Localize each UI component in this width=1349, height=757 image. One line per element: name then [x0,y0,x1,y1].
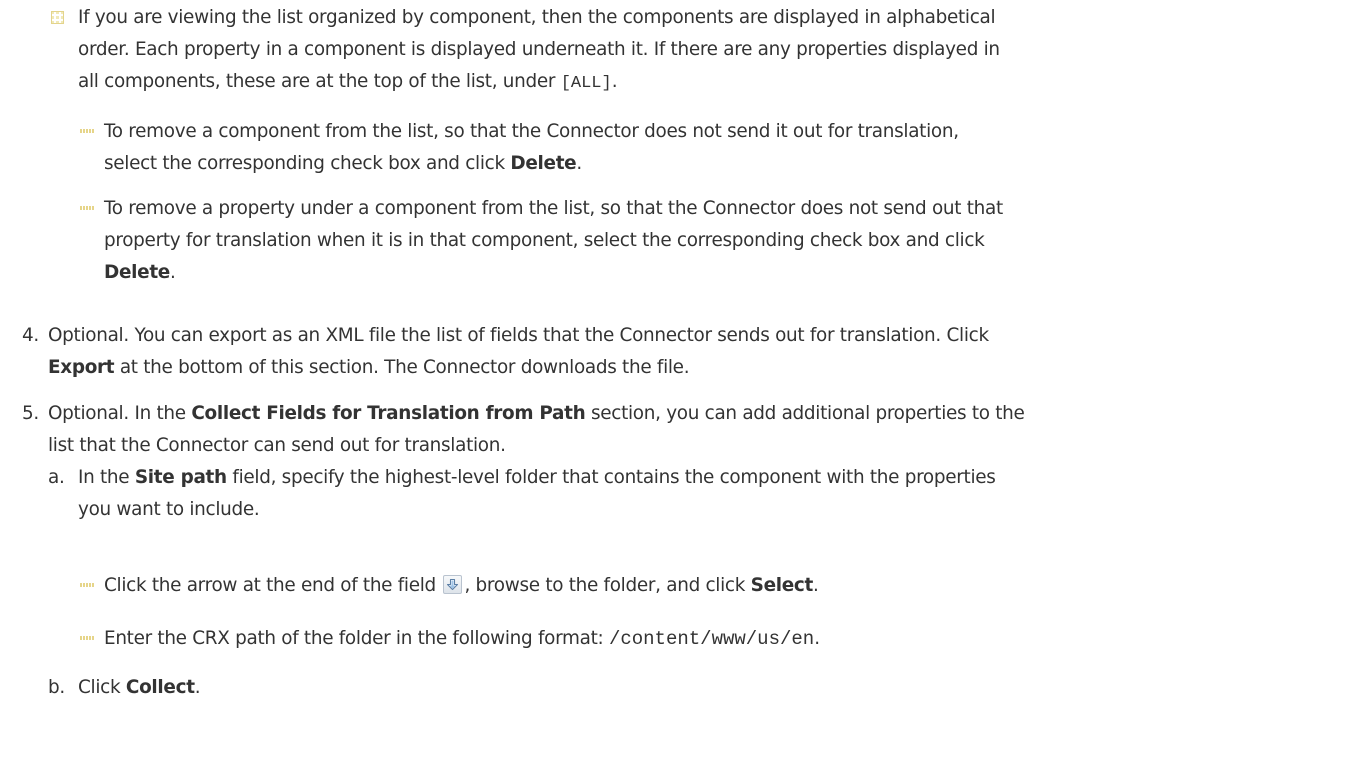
text-fragment: at the bottom of this section. The Conne… [114,357,690,378]
text-line: you want to include. [78,499,260,520]
text-fragment: section, you can add additional properti… [585,403,1025,424]
dash-bullet-icon [80,636,95,640]
select-label: Select [750,575,814,596]
text-line: select the corresponding check box and c… [104,148,1334,180]
delete-label: Delete [510,153,577,174]
substep-letter-b: b. [48,677,65,698]
section-name: Collect Fields for Translation from Path [191,403,586,424]
sub-bullet-enter-path: Enter the CRX path of the folder in the … [104,623,1334,655]
text-line: Export at the bottom of this section. Th… [48,352,1343,384]
text-fragment: field, specify the highest-level folder … [226,467,996,488]
text-fragment: . [813,575,819,596]
text-fragment: Enter the CRX path of the folder in the … [104,628,609,649]
step-number-4: 4. [22,325,39,346]
step-4-export: Optional. You can export as an XML file … [48,320,1343,384]
site-path-label: Site path [134,467,227,488]
sub-bullet-click-arrow: Click the arrow at the end of the field … [104,570,1334,602]
text-line: Optional. You can export as an XML file … [48,325,989,346]
crx-path-code: /content/www/us/en [608,628,815,650]
dash-bullet-icon [80,583,95,587]
text-line: Enter the CRX path of the folder in the … [104,623,1334,655]
text-line: Optional. In the Collect Fields for Tran… [48,398,1343,430]
down-arrow-icon [443,575,463,594]
sub-bullet-remove-component: To remove a component from the list, so … [104,116,1334,180]
step-5b-collect: Click Collect. [78,672,1338,704]
square-bullet-icon [51,11,64,24]
text-line: Click the arrow at the end of the field … [104,570,1334,602]
delete-label: Delete [104,262,170,283]
export-label: Export [48,357,115,378]
text-line: list that the Connector can send out for… [48,435,506,456]
text-fragment: Optional. In the [48,403,192,424]
text-fragment: . [576,153,582,174]
text-fragment: . [169,262,176,283]
text-line: To remove a component from the list, so … [104,121,959,142]
dash-bullet-icon [80,206,95,210]
text-line: To remove a property under a component f… [104,198,1003,219]
collect-label: Collect [125,677,195,698]
step-5a-site-path: In the Site path field, specify the high… [78,462,1338,526]
text-fragment: , browse to the folder, and click [464,575,751,596]
text-line: Click Collect. [78,672,1338,704]
text-fragment: . [814,628,820,649]
text-fragment: all components, these are at the top of … [78,71,561,92]
text-line: In the Site path field, specify the high… [78,462,1338,494]
step-5-collect-fields: Optional. In the Collect Fields for Tran… [48,398,1343,462]
text-fragment: Click the arrow at the end of the field [104,575,442,596]
step-number-5: 5. [22,403,39,424]
text-fragment: Click [78,677,126,698]
text-line: If you are viewing the list organized by… [78,7,996,28]
text-line: Delete. [104,257,1334,289]
text-line: all components, these are at the top of … [78,66,1338,100]
sub-bullet-remove-property: To remove a property under a component f… [104,193,1334,289]
text-fragment: . [611,71,618,92]
text-fragment: select the corresponding check box and c… [104,153,511,174]
code-all: [ALL] [560,74,612,93]
text-line: order. Each property in a component is d… [78,39,1000,60]
substep-letter-a: a. [48,467,65,488]
dash-bullet-icon [80,129,95,133]
bullet-paragraph-components: If you are viewing the list organized by… [78,2,1338,100]
text-fragment: In the [78,467,135,488]
text-line: property for translation when it is in t… [104,230,985,251]
text-fragment: . [194,677,201,698]
